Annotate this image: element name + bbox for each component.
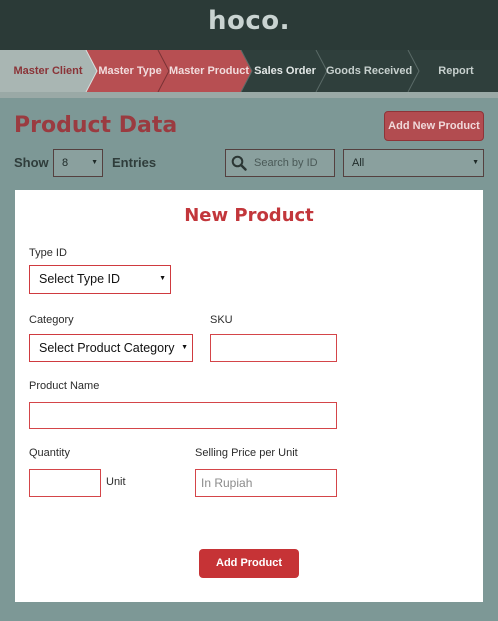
top-bar: hoco. [0,0,498,50]
category-label: Category [29,314,74,326]
caret-down-icon: ▼ [472,159,479,166]
step-master-product[interactable]: Master Product [168,50,250,92]
product-name-label: Product Name [29,380,100,392]
caret-down-icon: ▼ [159,275,166,282]
category-value: Select Product Category [39,341,175,355]
quantity-label: Quantity [29,447,70,459]
type-id-value: Select Type ID [39,272,121,286]
new-product-form: New Product Type ID Select Type ID ▼ Cat… [15,190,483,602]
filter-select[interactable]: All ▼ [343,149,484,177]
entries-count-value: 8 [62,157,69,169]
page-title: Product Data [14,113,178,138]
selling-price-input[interactable] [195,469,337,497]
type-id-label: Type ID [29,247,67,259]
category-select[interactable]: Select Product Category ▼ [29,334,193,362]
step-sales-order[interactable]: Sales Order [251,50,319,92]
app-logo: hoco. [207,6,291,36]
show-label: Show [14,155,49,170]
add-product-button[interactable]: Add Product [199,549,299,578]
step-master-type[interactable]: Master Type [95,50,165,92]
entries-count-select[interactable]: 8 ▼ [53,149,103,177]
quantity-input[interactable] [29,469,101,497]
filter-value: All [352,157,365,169]
unit-label: Unit [106,476,126,488]
caret-down-icon: ▼ [91,159,98,166]
step-master-client[interactable]: Master Client [0,50,96,92]
sku-input[interactable] [210,334,337,362]
search-box[interactable] [225,149,335,177]
search-input[interactable] [254,153,332,173]
progress-steps: Master Client Master Type Master Product… [0,50,498,92]
step-goods-received[interactable]: Goods Received [326,50,412,92]
search-icon [231,155,247,171]
step-report[interactable]: Report [418,50,494,92]
type-id-select[interactable]: Select Type ID ▼ [29,265,171,294]
step-underline [0,92,498,98]
sku-label: SKU [210,314,233,326]
add-new-product-button[interactable]: Add New Product [384,111,484,141]
selling-price-label: Selling Price per Unit [195,447,298,459]
form-title: New Product [184,205,314,226]
entries-label: Entries [112,155,157,170]
caret-down-icon: ▼ [181,344,188,351]
product-name-input[interactable] [29,402,337,429]
